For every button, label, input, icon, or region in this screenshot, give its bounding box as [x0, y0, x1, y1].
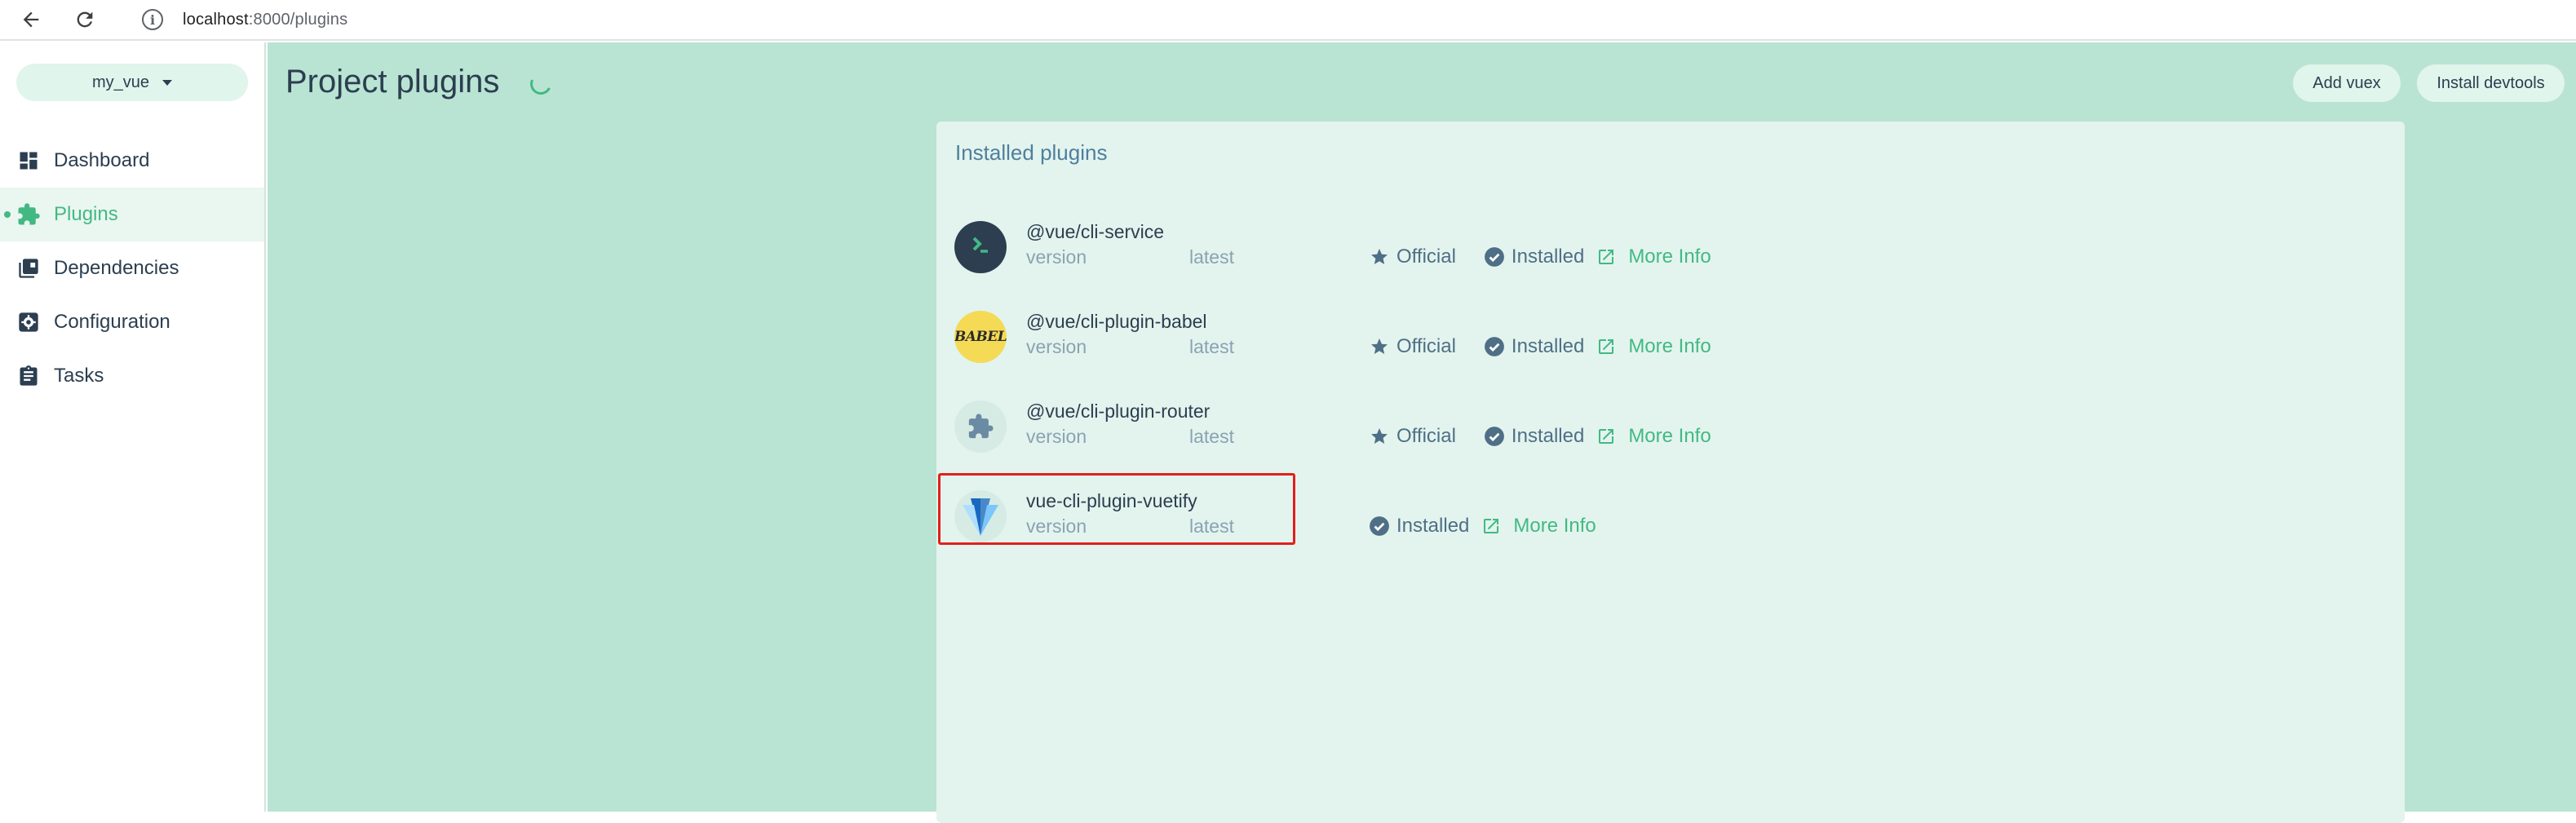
- star-icon: [1369, 426, 1390, 447]
- settings-box-icon: [16, 310, 41, 334]
- sidebar-item-label: Tasks: [54, 365, 104, 387]
- version-label: version: [1026, 246, 1087, 268]
- more-info-link[interactable]: More Info: [1596, 335, 1711, 358]
- official-label: Official: [1396, 425, 1456, 447]
- check-circle-icon: [1484, 426, 1505, 447]
- installed-badge: Installed: [1369, 515, 1469, 538]
- more-info-link[interactable]: More Info: [1481, 515, 1596, 538]
- sidebar: my_vue Dashboard Plugins Dependencies Co…: [0, 42, 266, 812]
- install-devtools-button[interactable]: Install devtools: [2417, 64, 2565, 102]
- sidebar-nav: Dashboard Plugins Dependencies Configura…: [0, 134, 264, 403]
- sidebar-item-configuration[interactable]: Configuration: [0, 295, 264, 349]
- more-info-label: More Info: [1513, 515, 1596, 537]
- version-value: latest: [1189, 246, 1234, 268]
- babel-logo: BABEL: [954, 311, 1007, 363]
- official-badge: Official: [1369, 246, 1456, 268]
- site-info-icon[interactable]: i: [142, 9, 163, 30]
- installed-badge: Installed: [1484, 425, 1584, 448]
- back-button[interactable]: [16, 5, 46, 34]
- plugin-name: @vue/cli-service: [1026, 221, 1165, 242]
- clipboard-icon: [16, 364, 41, 388]
- version-label: version: [1026, 426, 1087, 447]
- more-info-label: More Info: [1628, 246, 1711, 268]
- official-label: Official: [1396, 335, 1456, 357]
- page-title: Project plugins: [285, 64, 500, 100]
- official-label: Official: [1396, 246, 1456, 268]
- main-content: Project plugins Add vuex Install devtool…: [268, 42, 2576, 823]
- star-icon: [1369, 336, 1390, 357]
- plugin-badges: Official Installed More Info: [1369, 425, 1711, 448]
- project-selector[interactable]: my_vue: [16, 64, 248, 101]
- url-host: localhost: [183, 10, 249, 29]
- address-bar[interactable]: i localhost:8000/plugins: [122, 2, 2569, 37]
- more-info-link[interactable]: More Info: [1596, 246, 1711, 268]
- babel-logo-text: BABEL: [954, 329, 1007, 345]
- sidebar-item-dependencies[interactable]: Dependencies: [0, 241, 264, 295]
- open-in-new-icon: [1481, 515, 1502, 537]
- loading-spinner-icon: [527, 70, 555, 98]
- active-indicator: [4, 211, 11, 218]
- more-info-label: More Info: [1628, 425, 1711, 447]
- url-path: :8000/plugins: [248, 10, 348, 29]
- sidebar-item-label: Dashboard: [54, 149, 150, 171]
- official-badge: Official: [1369, 335, 1456, 358]
- version-value: latest: [1189, 336, 1234, 357]
- plugin-item-cli-service[interactable]: @vue/cli-service version latest Official…: [936, 203, 2405, 293]
- open-in-new-icon: [1596, 426, 1617, 447]
- more-info-label: More Info: [1628, 335, 1711, 357]
- open-in-new-icon: [1596, 246, 1617, 268]
- more-info-link[interactable]: More Info: [1596, 425, 1711, 448]
- url-text: localhost:8000/plugins: [183, 11, 347, 29]
- arrow-left-icon: [23, 11, 39, 28]
- plugin-item-cli-plugin-babel[interactable]: BABEL @vue/cli-plugin-babel version late…: [936, 293, 2405, 383]
- puzzle-icon: [16, 202, 41, 227]
- installed-label: Installed: [1511, 246, 1585, 268]
- dashboard-icon: [16, 148, 41, 173]
- plugin-name: vue-cli-plugin-vuetify: [1026, 490, 1197, 511]
- installed-badge: Installed: [1484, 246, 1584, 268]
- version-value: latest: [1189, 426, 1234, 447]
- plugin-badges: Installed More Info: [1369, 515, 1596, 538]
- library-icon: [16, 256, 41, 281]
- star-icon: [1369, 246, 1390, 268]
- vuetify-logo: [954, 490, 1007, 542]
- panel-title: Installed plugins: [955, 140, 1108, 165]
- cli-terminal-logo: [954, 221, 1007, 273]
- plugin-item-cli-plugin-router[interactable]: @vue/cli-plugin-router version latest Of…: [936, 383, 2405, 472]
- check-circle-icon: [1484, 246, 1505, 268]
- installed-badge: Installed: [1484, 335, 1584, 358]
- plugin-badges: Official Installed More Info: [1369, 335, 1711, 358]
- installed-plugins-panel: Installed plugins @vue/cli-service versi…: [936, 122, 2405, 823]
- project-name: my_vue: [91, 73, 150, 91]
- version-label: version: [1026, 515, 1087, 537]
- check-circle-icon: [1369, 515, 1390, 537]
- check-circle-icon: [1484, 336, 1505, 357]
- plugin-name: @vue/cli-plugin-router: [1026, 400, 1211, 422]
- sidebar-item-label: Dependencies: [54, 257, 179, 279]
- sidebar-item-label: Plugins: [54, 203, 118, 225]
- version-label: version: [1026, 336, 1087, 357]
- browser-toolbar: i localhost:8000/plugins: [0, 0, 2576, 41]
- plugin-item-vue-cli-plugin-vuetify[interactable]: vue-cli-plugin-vuetify version latest In…: [936, 472, 2405, 562]
- version-value: latest: [1189, 515, 1234, 537]
- puzzle-logo: [954, 400, 1007, 453]
- add-vuex-button[interactable]: Add vuex: [2293, 64, 2401, 102]
- sidebar-item-dashboard[interactable]: Dashboard: [0, 134, 264, 188]
- official-badge: Official: [1369, 425, 1456, 448]
- sidebar-item-tasks[interactable]: Tasks: [0, 349, 264, 403]
- installed-label: Installed: [1396, 515, 1470, 537]
- open-in-new-icon: [1596, 336, 1617, 357]
- caret-down-icon: [162, 79, 173, 86]
- sidebar-item-plugins[interactable]: Plugins: [0, 188, 264, 241]
- plugin-name: @vue/cli-plugin-babel: [1026, 311, 1207, 332]
- sidebar-item-label: Configuration: [54, 311, 170, 333]
- reload-button[interactable]: [70, 5, 100, 34]
- plugin-badges: Official Installed More Info: [1369, 246, 1711, 268]
- installed-label: Installed: [1511, 335, 1585, 357]
- installed-label: Installed: [1511, 425, 1585, 447]
- reload-icon: [77, 11, 93, 28]
